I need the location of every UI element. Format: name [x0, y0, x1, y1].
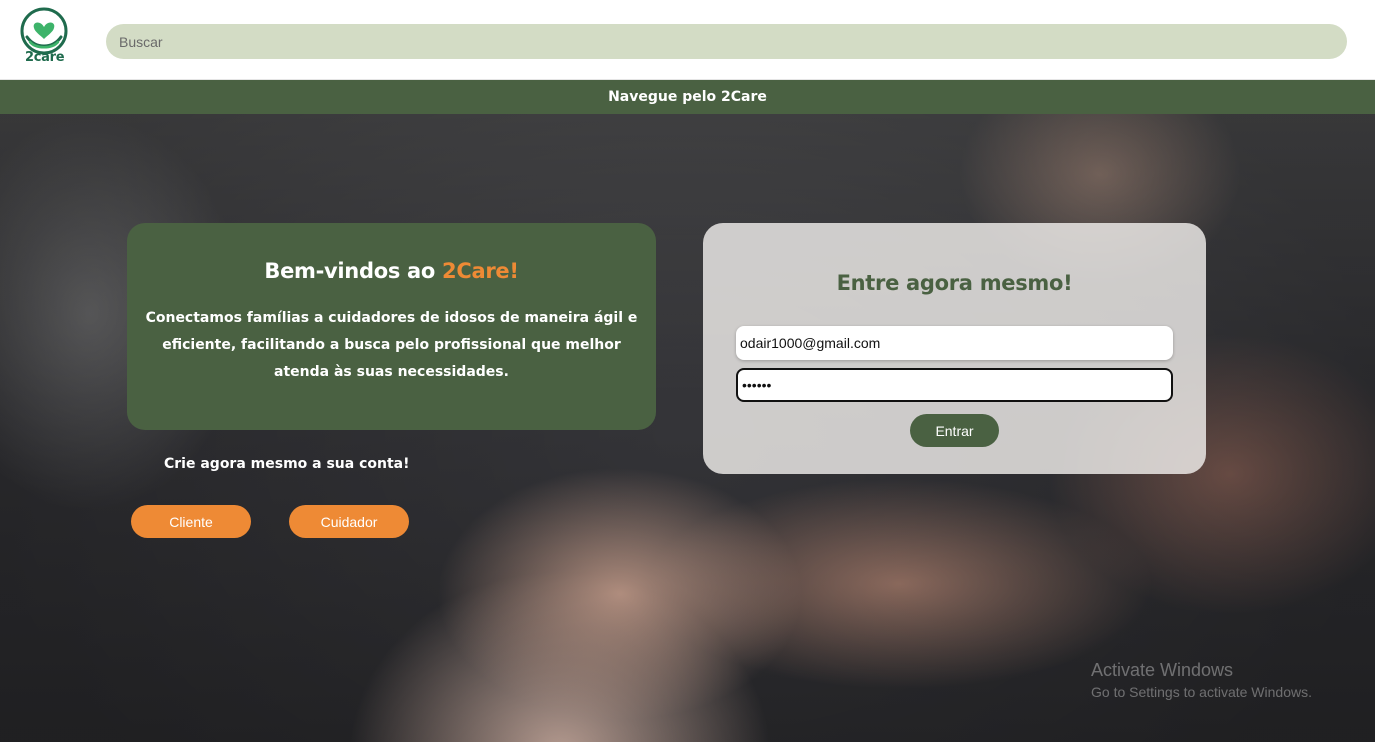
login-title: Entre agora mesmo!	[836, 271, 1073, 295]
nav-bar[interactable]: Navegue pelo 2Care	[0, 80, 1375, 114]
password-field[interactable]	[736, 368, 1173, 402]
login-button[interactable]: Entrar	[910, 414, 999, 447]
welcome-title-brand: 2Care!	[442, 259, 519, 283]
welcome-description: Conectamos famílias a cuidadores de idos…	[145, 310, 638, 380]
header: 2care	[0, 0, 1375, 80]
welcome-card: Bem-vindos ao 2Care! Conectamos famílias…	[127, 223, 656, 430]
windows-watermark-subtitle: Go to Settings to activate Windows.	[1091, 684, 1312, 700]
logo-text: 2care	[25, 50, 65, 65]
caregiver-signup-button[interactable]: Cuidador	[289, 505, 409, 538]
email-field[interactable]	[736, 326, 1173, 360]
windows-watermark-title: Activate Windows	[1091, 660, 1234, 680]
signup-label: Crie agora mesmo a sua conta!	[164, 456, 410, 472]
welcome-title-prefix: Bem-vindos ao	[264, 259, 443, 283]
client-signup-button[interactable]: Cliente	[131, 505, 251, 538]
welcome-title: Bem-vindos ao 2Care!	[137, 259, 646, 283]
nav-bar-label[interactable]: Navegue pelo 2Care	[608, 89, 767, 105]
search-input[interactable]	[106, 24, 1347, 59]
heart-in-hands-icon	[20, 7, 68, 55]
login-card: Entre agora mesmo! Entrar	[703, 223, 1206, 474]
